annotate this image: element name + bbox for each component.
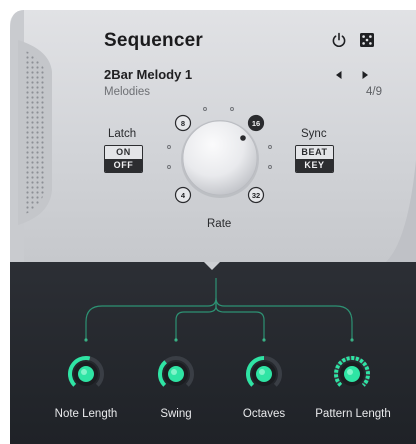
macro-knobs	[68, 338, 370, 387]
macro-label-note-length: Note Length	[54, 408, 118, 420]
macro-label-octaves: Octaves	[242, 408, 286, 420]
sequencer-plugin: Sequencer 2Bar Melody 1 Melodies 4/9 Lat…	[0, 0, 416, 444]
macro-label-pattern-length: Pattern Length	[315, 408, 391, 420]
macro-knob-swing[interactable]	[158, 338, 194, 387]
macro-label-swing: Swing	[160, 408, 192, 420]
macro-knob-pattern-length[interactable]	[334, 338, 370, 387]
macro-knob-note-length[interactable]	[68, 338, 104, 387]
macro-knob-octaves[interactable]	[246, 338, 282, 387]
